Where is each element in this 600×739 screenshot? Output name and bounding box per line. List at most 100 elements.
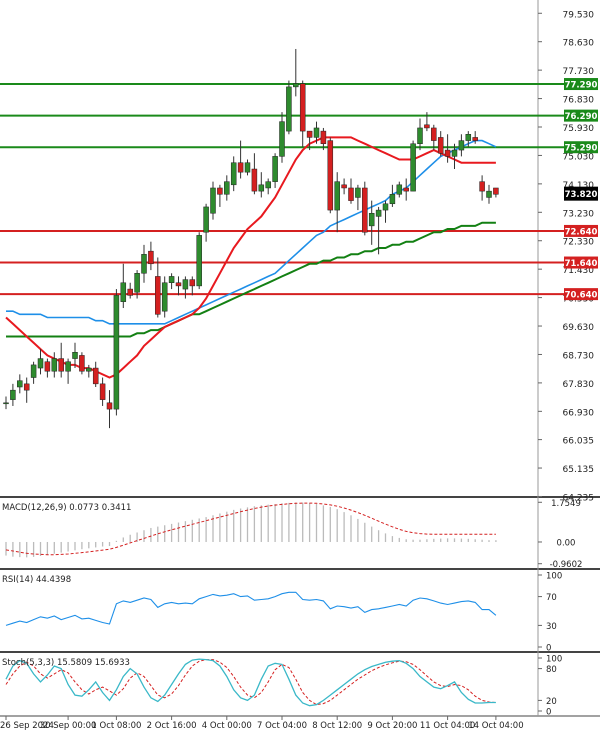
candle-body <box>272 156 278 182</box>
candle <box>51 352 58 378</box>
stoch-label: Stoch(5,3,3) 15.5809 15.6933 <box>2 658 130 668</box>
macd-label: MACD(12,26,9) 0.0773 0.3411 <box>2 503 131 513</box>
price-tick-label: 76.830 <box>563 96 595 106</box>
macd-tick-label: 1.7549 <box>551 499 581 509</box>
candle-body <box>472 137 478 141</box>
price-tick-label: 67.830 <box>563 380 595 390</box>
candle <box>37 349 44 375</box>
rsi-line <box>5 591 497 626</box>
candle <box>224 175 230 201</box>
candle-body <box>113 295 120 410</box>
candle-body <box>72 352 78 359</box>
candle <box>17 374 23 394</box>
time-tick-label: 4 Oct 00:00 <box>202 721 252 731</box>
candle-body <box>410 143 416 192</box>
candle <box>493 187 499 198</box>
candle-body <box>362 187 368 233</box>
candle-body <box>120 282 127 302</box>
candle-body <box>106 402 113 410</box>
candle <box>348 178 354 204</box>
price-tick-label: 75.930 <box>563 124 595 134</box>
time-tick-label: 1 Oct 08:00 <box>91 721 141 731</box>
candle <box>293 48 299 97</box>
candle-body <box>92 367 99 385</box>
candle <box>120 263 127 309</box>
candle-body <box>396 184 403 195</box>
candle-body <box>65 361 71 372</box>
support-resistance-levels: 77.290 76.290 75.290 72.640 71.640 70.640 <box>0 78 598 301</box>
rsi-tick-label: 70 <box>546 593 557 603</box>
candle <box>230 156 237 192</box>
candle-body <box>210 187 216 214</box>
candle-body <box>58 358 64 372</box>
candle-body <box>437 137 444 154</box>
candle <box>23 377 30 403</box>
candle-body <box>127 288 133 296</box>
candle-body <box>51 358 58 372</box>
candle-body <box>148 250 154 265</box>
candle-body <box>375 209 382 217</box>
candle-body <box>341 184 347 189</box>
candle-body <box>458 140 465 151</box>
time-tick-label: 30 Sep 00:00 <box>40 721 97 731</box>
candle <box>10 383 16 406</box>
candle <box>444 134 451 163</box>
price-tick-label: 77.730 <box>563 67 595 77</box>
candle-body <box>368 212 375 227</box>
time-tick-label: 11 Oct 04:00 <box>420 721 475 731</box>
candle <box>203 203 209 242</box>
price-tick-label: 75.030 <box>563 152 595 162</box>
price-tick-label: 68.730 <box>563 351 595 361</box>
candle-body <box>286 86 292 132</box>
candle-body <box>465 134 472 141</box>
price-tick-label: 69.630 <box>563 323 595 333</box>
candle <box>175 276 182 296</box>
ma-mid-line <box>6 139 497 325</box>
candle-body <box>203 206 209 233</box>
level-label: 75.290 <box>565 144 598 154</box>
candle <box>106 390 113 429</box>
candle-body <box>189 279 196 287</box>
candle <box>486 184 492 204</box>
candle <box>127 282 133 299</box>
candle <box>58 342 64 378</box>
candle-body <box>299 83 306 132</box>
candle-body <box>161 282 168 312</box>
candle <box>458 134 465 157</box>
candle <box>417 118 423 151</box>
candle-body <box>141 254 147 274</box>
candle <box>141 244 147 283</box>
candle-body <box>417 127 423 144</box>
macd-tick-label: -0.9602 <box>550 560 583 570</box>
candle <box>168 273 175 290</box>
ma-slow-line <box>6 221 496 338</box>
level-label: 71.640 <box>565 259 598 269</box>
candle <box>210 181 216 220</box>
stoch-tick-label: 100 <box>546 655 562 665</box>
candle <box>437 131 444 157</box>
price-tick-label: 72.330 <box>563 238 595 248</box>
price-tick-label: 66.930 <box>563 408 595 418</box>
candle-body <box>279 121 285 157</box>
candle-body <box>486 190 492 198</box>
candle <box>479 175 485 201</box>
candle-body <box>348 187 354 201</box>
candle <box>92 361 99 388</box>
candle-body <box>30 364 37 378</box>
candle <box>355 184 361 211</box>
time-tick-label: 7 Oct 04:00 <box>257 721 307 731</box>
candle-body <box>382 203 389 211</box>
candle <box>327 137 334 214</box>
time-tick-label: 8 Oct 12:00 <box>312 721 362 731</box>
macd-tick-label: 0.00 <box>557 538 576 548</box>
candle-body <box>86 367 92 372</box>
candle <box>299 80 306 147</box>
candle-body <box>224 181 230 195</box>
candle-body <box>99 383 106 400</box>
candle <box>272 153 278 188</box>
time-tick-label: 2 Oct 16:00 <box>147 721 197 731</box>
candle-body <box>79 355 85 372</box>
stoch-tick-label: 0 <box>546 708 551 718</box>
candle-body <box>10 389 16 400</box>
candle-body <box>327 140 334 211</box>
